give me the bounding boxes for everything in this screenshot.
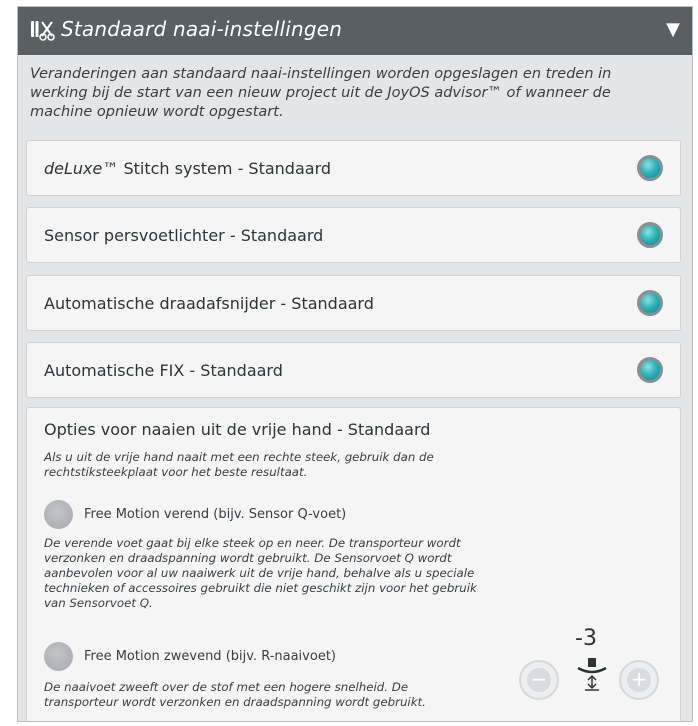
presser-foot-height-value: -3	[575, 626, 597, 651]
radio-button[interactable]	[44, 500, 73, 529]
minus-icon: −	[527, 668, 551, 692]
increase-button[interactable]: +	[619, 660, 659, 700]
status-led-icon[interactable]	[637, 357, 663, 383]
free-motion-options: Opties voor naaien uit de vrije hand - S…	[26, 407, 681, 721]
default-sewing-settings-panel: Standaard naai-instellingen ▼ Veranderin…	[17, 6, 693, 722]
status-led-icon[interactable]	[637, 222, 663, 248]
setting-label: Automatische draadafsnijder - Standaard	[44, 294, 374, 313]
setting-deluxe-stitch-system[interactable]: deLuxe™ Stitch system - Standaard	[26, 140, 681, 196]
sewing-tools-icon	[31, 21, 55, 41]
panel-title: Standaard naai-instellingen	[61, 17, 343, 41]
radio-label: Free Motion verend (bijv. Sensor Q-voet)	[84, 507, 347, 522]
radio-label: Free Motion zwevend (bijv. R-naaivoet)	[84, 649, 336, 664]
free-motion-floating-description: De naaivoet zweeft over de stof met een …	[44, 680, 426, 709]
free-motion-note: Als u uit de vrije hand naait met een re…	[44, 450, 434, 479]
intro-text: Veranderingen aan standaard naai-instell…	[30, 66, 612, 120]
setting-label: Sensor persvoetlichter - Standaard	[44, 226, 324, 245]
setting-sensor-presser-foot-lift[interactable]: Sensor persvoetlichter - Standaard	[26, 207, 681, 263]
triangle-down-icon[interactable]: ▼	[666, 19, 680, 40]
free-motion-spring-description: De verende voet gaat bij elke steek op e…	[44, 536, 477, 610]
panel-header[interactable]: Standaard naai-instellingen ▼	[18, 7, 692, 55]
status-led-icon[interactable]	[637, 155, 663, 181]
presser-foot-height-icon	[577, 658, 607, 691]
setting-label: Automatische FIX - Standaard	[44, 361, 283, 380]
setting-automatic-fix[interactable]: Automatische FIX - Standaard	[26, 342, 681, 398]
radio-button[interactable]	[44, 642, 73, 671]
status-led-icon[interactable]	[637, 290, 663, 316]
setting-label: deLuxe™ Stitch system - Standaard	[44, 159, 332, 178]
free-motion-title: Opties voor naaien uit de vrije hand - S…	[44, 420, 431, 439]
decrease-button[interactable]: −	[519, 660, 559, 700]
plus-icon: +	[627, 668, 651, 692]
setting-automatic-thread-cutter[interactable]: Automatische draadafsnijder - Standaard	[26, 275, 681, 331]
